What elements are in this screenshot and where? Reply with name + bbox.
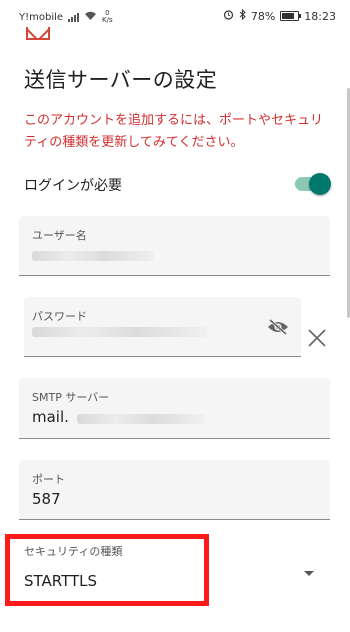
username-redacted-value — [32, 251, 154, 261]
wifi-icon — [84, 11, 97, 24]
battery-percent: 78% — [250, 9, 276, 23]
highlight-box — [5, 534, 209, 606]
password-field[interactable]: パスワード — [24, 297, 301, 357]
login-required-label: ログインが必要 — [24, 178, 122, 194]
port-value: 587 — [32, 490, 61, 508]
status-right: 78% 18:23 — [223, 8, 336, 23]
smtp-server-redacted-value — [77, 414, 205, 424]
signal-icon — [68, 12, 80, 22]
error-message: このアカウントを追加するには、ポートやセキュリティの種類を更新してみてください。 — [24, 113, 324, 150]
battery-icon — [280, 11, 302, 21]
toggle-thumb — [309, 173, 331, 195]
network-speed: 0 K/s — [102, 10, 113, 24]
carrier-name: Y!mobile — [19, 11, 64, 23]
password-label: パスワード — [32, 310, 87, 323]
username-field[interactable]: ユーザー名 — [19, 216, 330, 276]
page-title: 送信サーバーの設定 — [24, 68, 218, 92]
login-required-row[interactable]: ログインが必要 — [24, 172, 331, 196]
gmail-logo-icon — [26, 27, 50, 40]
battery-fill — [282, 13, 295, 19]
clock: 18:23 — [304, 9, 336, 23]
smtp-server-field[interactable]: SMTP サーバー mail. — [19, 378, 330, 439]
password-redacted-value — [32, 327, 207, 337]
smtp-server-value-prefix: mail. — [32, 408, 69, 426]
smtp-server-label: SMTP サーバー — [32, 391, 110, 404]
alarm-icon — [223, 9, 234, 23]
login-required-toggle[interactable] — [293, 172, 331, 196]
port-field[interactable]: ポート 587 — [19, 460, 330, 520]
visibility-off-icon[interactable] — [267, 318, 289, 336]
clear-icon[interactable] — [306, 327, 328, 349]
dropdown-arrow-icon[interactable] — [304, 571, 314, 576]
status-left: Y!mobile 0 K/s — [19, 10, 113, 24]
network-speed-unit: K/s — [102, 16, 113, 24]
bluetooth-icon — [239, 8, 246, 23]
status-bar: Y!mobile 0 K/s 78% 18:23 — [0, 0, 350, 30]
username-label: ユーザー名 — [32, 229, 87, 242]
port-label: ポート — [32, 473, 65, 486]
